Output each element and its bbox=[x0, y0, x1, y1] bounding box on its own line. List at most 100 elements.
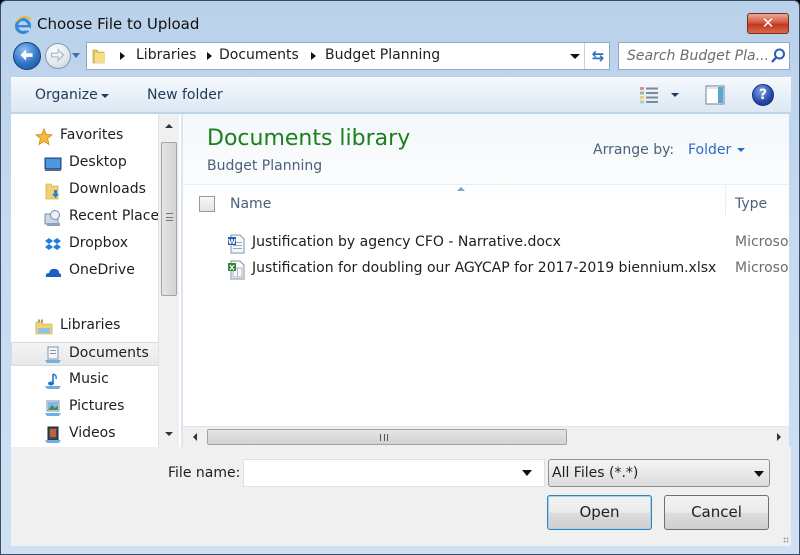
column-divider[interactable] bbox=[725, 185, 726, 217]
arrange-by-chevron-down-icon[interactable] bbox=[737, 148, 745, 152]
new-folder-button[interactable]: New folder bbox=[147, 87, 223, 103]
sidebar-item-label: Dropbox bbox=[69, 235, 128, 251]
sidebar-item-pictures[interactable]: Pictures bbox=[11, 396, 159, 420]
column-header-type[interactable]: Type bbox=[735, 196, 767, 212]
internet-explorer-icon bbox=[15, 16, 32, 34]
column-header-name[interactable]: Name bbox=[230, 196, 271, 212]
dropbox-icon bbox=[45, 238, 61, 250]
sidebar-item-label: Videos bbox=[69, 425, 116, 441]
excel-document-icon: X bbox=[228, 260, 245, 280]
sidebar-item-documents[interactable]: Documents bbox=[11, 342, 159, 366]
breadcrumb-separator[interactable] bbox=[207, 52, 212, 60]
documents-library-icon bbox=[45, 346, 61, 363]
videos-library-icon bbox=[45, 426, 61, 443]
help-icon[interactable]: ? bbox=[752, 84, 774, 106]
sidebar-item-label: OneDrive bbox=[69, 262, 135, 278]
sort-ascending-icon bbox=[457, 187, 465, 191]
library-title: Documents library bbox=[207, 126, 411, 151]
cancel-button[interactable]: Cancel bbox=[664, 495, 769, 530]
address-history-dropdown[interactable] bbox=[570, 54, 580, 59]
sidebar-item-label: Downloads bbox=[69, 181, 146, 197]
preview-pane-icon[interactable] bbox=[705, 85, 725, 105]
downloads-folder-icon bbox=[45, 183, 59, 200]
refresh-icon[interactable]: ⇆ bbox=[587, 45, 609, 67]
folder-icon bbox=[92, 49, 105, 64]
select-all-checkbox[interactable] bbox=[199, 196, 215, 212]
file-name-input[interactable] bbox=[244, 460, 514, 486]
back-arrow-icon bbox=[20, 49, 33, 61]
sidebar-item-videos[interactable]: Videos bbox=[11, 423, 159, 447]
library-subtitle: Budget Planning bbox=[207, 158, 323, 174]
file-type: Microsoft Excel Worksheet bbox=[735, 260, 789, 276]
breadcrumb-documents[interactable]: Documents bbox=[219, 47, 299, 63]
grip-icon bbox=[166, 213, 173, 221]
close-button[interactable]: ✕ bbox=[747, 13, 789, 34]
sidebar-item-dropbox[interactable]: Dropbox bbox=[11, 233, 159, 257]
back-button[interactable] bbox=[13, 42, 41, 70]
close-icon: ✕ bbox=[761, 14, 775, 32]
file-name-label: File name: bbox=[168, 465, 241, 481]
file-name: Justification for doubling our AGYCAP fo… bbox=[252, 260, 717, 276]
file-type-filter-select[interactable]: All Files (*.*) bbox=[548, 459, 770, 487]
address-divider bbox=[584, 43, 585, 69]
file-list-horizontal-scrollbar[interactable] bbox=[183, 426, 789, 447]
organize-dropdown-arrow[interactable] bbox=[101, 94, 109, 98]
navigation-pane-scrollbar[interactable] bbox=[158, 114, 179, 447]
sidebar-item-onedrive[interactable]: OneDrive bbox=[11, 260, 159, 284]
search-box[interactable] bbox=[618, 42, 790, 70]
breadcrumb-separator[interactable] bbox=[120, 52, 125, 60]
music-library-icon bbox=[45, 373, 61, 389]
svg-text:X: X bbox=[229, 264, 235, 272]
scrollbar-thumb[interactable] bbox=[161, 142, 177, 296]
sidebar-item-label: Desktop bbox=[69, 154, 127, 170]
breadcrumb-budget-planning[interactable]: Budget Planning bbox=[325, 47, 440, 63]
file-upload-dialog: Choose File to Upload ✕ Libraries Docume… bbox=[0, 0, 800, 555]
recent-pages-dropdown[interactable] bbox=[72, 53, 80, 58]
change-view-icon[interactable] bbox=[639, 86, 661, 104]
breadcrumb-libraries[interactable]: Libraries bbox=[136, 47, 196, 63]
title-bar: Choose File to Upload ✕ bbox=[1, 1, 799, 39]
file-row[interactable]: X Justification for doubling our AGYCAP … bbox=[183, 257, 789, 283]
file-row[interactable]: W Justification by agency CFO - Narrativ… bbox=[183, 231, 789, 257]
search-input[interactable] bbox=[619, 43, 767, 69]
scrollbar-thumb[interactable] bbox=[207, 429, 567, 445]
resize-grip-icon[interactable] bbox=[783, 537, 789, 543]
sidebar-group-favorites[interactable]: Favorites bbox=[11, 125, 159, 149]
file-type-filter-value: All Files (*.*) bbox=[552, 465, 639, 481]
scroll-up-arrow-icon[interactable] bbox=[165, 124, 173, 128]
file-name-combobox[interactable] bbox=[243, 459, 545, 487]
search-icon[interactable] bbox=[769, 47, 787, 65]
open-button[interactable]: Open bbox=[547, 495, 652, 530]
sidebar-item-recent-places[interactable]: Recent Places bbox=[11, 206, 166, 230]
forward-button[interactable] bbox=[45, 43, 71, 69]
breadcrumb-separator[interactable] bbox=[311, 52, 316, 60]
file-list-pane: Documents library Budget Planning Arrang… bbox=[183, 114, 789, 447]
command-bar: Organize New folder ? bbox=[11, 77, 791, 113]
dialog-footer: File name: All Files (*.*) Open Cancel bbox=[11, 447, 791, 546]
arrange-by-dropdown[interactable]: Folder bbox=[688, 142, 731, 158]
sidebar-group-libraries[interactable]: Libraries bbox=[11, 315, 159, 339]
star-icon bbox=[35, 128, 53, 146]
scroll-down-arrow-icon[interactable] bbox=[165, 432, 173, 436]
sidebar-item-label: Recent Places bbox=[69, 208, 167, 224]
filter-chevron-down-icon bbox=[754, 471, 764, 477]
word-document-icon: W bbox=[228, 234, 245, 254]
recent-places-icon bbox=[44, 210, 60, 226]
arrange-by-label: Arrange by: bbox=[593, 142, 675, 158]
libraries-icon bbox=[35, 319, 53, 335]
sidebar-item-desktop[interactable]: Desktop bbox=[11, 152, 159, 176]
scroll-left-arrow-icon[interactable] bbox=[193, 433, 197, 441]
sidebar-item-label: Music bbox=[69, 371, 109, 387]
view-options-dropdown[interactable] bbox=[671, 93, 679, 97]
sidebar-item-music[interactable]: Music bbox=[11, 369, 159, 393]
sidebar-item-label: Documents bbox=[69, 345, 149, 361]
address-bar[interactable]: Libraries Documents Budget Planning ⇆ bbox=[86, 42, 610, 70]
sidebar-item-downloads[interactable]: Downloads bbox=[11, 179, 159, 203]
organize-menu-button[interactable]: Organize bbox=[35, 87, 98, 103]
file-name-chevron-down-icon[interactable] bbox=[522, 470, 532, 476]
sidebar-group-label: Favorites bbox=[60, 127, 124, 143]
onedrive-icon bbox=[45, 268, 62, 277]
desktop-icon bbox=[44, 157, 62, 171]
scroll-right-arrow-icon[interactable] bbox=[777, 433, 781, 441]
sidebar-item-label: Pictures bbox=[69, 398, 125, 414]
